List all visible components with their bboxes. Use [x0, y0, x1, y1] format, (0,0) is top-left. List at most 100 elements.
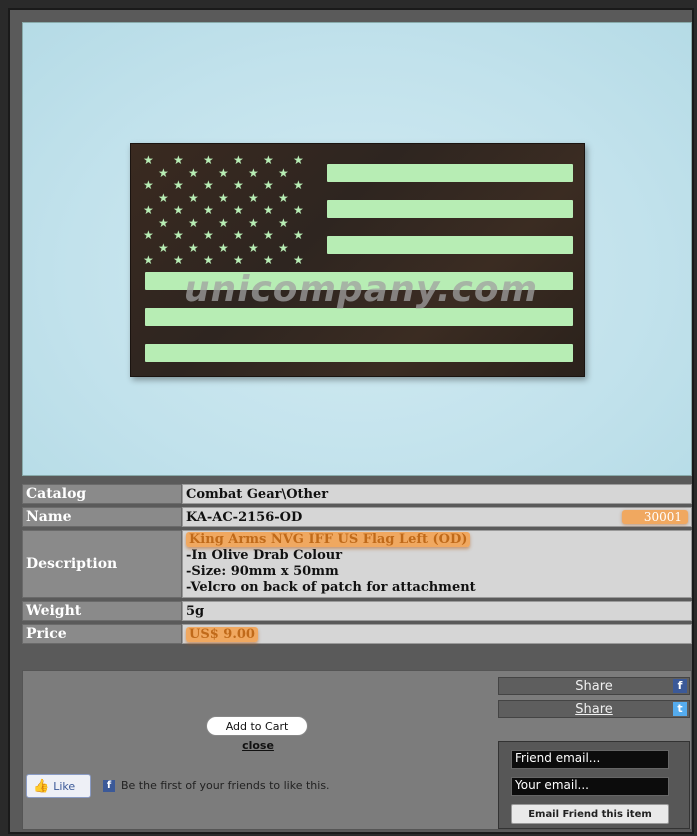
facebook-icon: f — [103, 780, 115, 792]
friend-email-field[interactable]: Friend email... — [511, 750, 669, 769]
flag-star: ★ — [143, 203, 154, 217]
flag-star: ★ — [293, 253, 304, 267]
flag-star: ★ — [293, 178, 304, 192]
catalog-value: Combat Gear\Other — [182, 484, 692, 504]
price-label: Price — [22, 624, 182, 644]
flag-star: ★ — [158, 215, 169, 230]
flag-star: ★ — [248, 240, 259, 255]
flag-star: ★ — [188, 215, 199, 230]
flag-stripe — [327, 236, 573, 254]
flag-star: ★ — [278, 190, 289, 205]
close-link[interactable]: close — [233, 739, 283, 752]
weight-label: Weight — [22, 601, 182, 621]
flag-star: ★ — [143, 228, 154, 242]
twitter-icon: t — [673, 702, 687, 716]
flag-star: ★ — [188, 240, 199, 255]
add-to-cart-button[interactable]: Add to Cart — [206, 716, 308, 736]
flag-star: ★ — [143, 253, 154, 267]
flag-star: ★ — [263, 228, 274, 242]
flag-canton: ★ ★ ★ ★ ★ ★ ★ ★ ★ ★ ★ ★ ★ ★ ★ ★ ★ ★ ★ ★ ★ ★ ★ ★ ★ ★ ★ ★ ★ ★ ★ ★ ★ ★ ★ ★ ★ ★ ★ ★… — [143, 154, 321, 268]
flag-star: ★ — [293, 153, 304, 167]
flag-star: ★ — [233, 178, 244, 192]
flag-star: ★ — [173, 228, 184, 242]
description-label: Description — [22, 530, 182, 598]
flag-star: ★ — [173, 203, 184, 217]
flag-star: ★ — [203, 178, 214, 192]
flag-star: ★ — [263, 253, 274, 267]
weight-value: 5g — [182, 601, 692, 621]
weight-row: Weight 5g — [22, 601, 692, 621]
flag-star: ★ — [248, 165, 259, 180]
watermark-text: unicompany.com — [183, 269, 539, 310]
description-line: -Size: 90mm x 50mm — [186, 564, 339, 579]
flag-star: ★ — [203, 203, 214, 217]
flag-star: ★ — [173, 178, 184, 192]
name-cell: KA-AC-2156-OD 30001 — [182, 507, 692, 527]
product-code-badge: 30001 — [621, 509, 688, 524]
actions-panel: Add to Cart close 👍 Like f Be the first … — [22, 670, 692, 830]
flag-star: ★ — [263, 153, 274, 167]
share-facebook-button[interactable]: Share f — [498, 677, 690, 695]
share-facebook-label: Share — [575, 678, 613, 694]
name-row: Name KA-AC-2156-OD 30001 — [22, 507, 692, 527]
flag-star: ★ — [293, 228, 304, 242]
price-row: Price US$ 9.00 — [22, 624, 692, 644]
flag-star: ★ — [263, 178, 274, 192]
your-email-field[interactable]: Your email... — [511, 777, 669, 796]
flag-star: ★ — [263, 203, 274, 217]
flag-stripe — [145, 308, 573, 326]
email-friend-panel: Friend email... Your email... Email Frie… — [498, 741, 690, 829]
flag-star: ★ — [188, 165, 199, 180]
flag-stripe — [327, 164, 573, 182]
flag-star: ★ — [218, 215, 229, 230]
thumbs-up-icon: 👍 — [33, 778, 50, 794]
share-twitter-label: Share — [575, 701, 613, 717]
flag-star: ★ — [233, 203, 244, 217]
price-value: US$ 9.00 — [186, 626, 258, 642]
flag-star: ★ — [293, 203, 304, 217]
description-row: Description King Arms NVG IFF US Flag Le… — [22, 530, 692, 598]
share-twitter-button[interactable]: Share t — [498, 700, 690, 718]
flag-star: ★ — [203, 253, 214, 267]
flag-stripe — [327, 200, 573, 218]
flag-star: ★ — [173, 253, 184, 267]
flag-star: ★ — [233, 153, 244, 167]
flag-patch-image: ★ ★ ★ ★ ★ ★ ★ ★ ★ ★ ★ ★ ★ ★ ★ ★ ★ ★ ★ ★ ★ ★ ★ ★ ★ ★ ★ ★ ★ ★ ★ ★ ★ ★ ★ ★ ★ ★ ★ ★… — [130, 143, 585, 377]
catalog-label: Catalog — [22, 484, 182, 504]
name-label: Name — [22, 507, 182, 527]
product-photo: ★ ★ ★ ★ ★ ★ ★ ★ ★ ★ ★ ★ ★ ★ ★ ★ ★ ★ ★ ★ ★ ★ ★ ★ ★ ★ ★ ★ ★ ★ ★ ★ ★ ★ ★ ★ ★ ★ ★ ★… — [22, 22, 692, 476]
flag-star: ★ — [158, 240, 169, 255]
flag-star: ★ — [278, 240, 289, 255]
catalog-row: Catalog Combat Gear\Other — [22, 484, 692, 504]
description-line: -In Olive Drab Colour — [186, 548, 343, 563]
flag-star: ★ — [248, 190, 259, 205]
flag-star: ★ — [158, 190, 169, 205]
flag-star: ★ — [233, 253, 244, 267]
description-line: -Velcro on back of patch for attachment — [186, 580, 476, 595]
flag-star: ★ — [218, 165, 229, 180]
flag-star: ★ — [143, 178, 154, 192]
facebook-icon: f — [673, 679, 687, 693]
like-social-text: Be the first of your friends to like thi… — [121, 779, 330, 792]
flag-star: ★ — [158, 165, 169, 180]
facebook-like-button[interactable]: 👍 Like — [26, 774, 91, 798]
flag-star: ★ — [233, 228, 244, 242]
flag-star: ★ — [173, 153, 184, 167]
flag-star: ★ — [218, 240, 229, 255]
product-info-table: Catalog Combat Gear\Other Name KA-AC-215… — [22, 481, 692, 647]
flag-star: ★ — [188, 190, 199, 205]
description-value: King Arms NVG IFF US Flag Left (OD) -In … — [182, 530, 692, 598]
flag-star: ★ — [278, 215, 289, 230]
flag-star: ★ — [203, 153, 214, 167]
email-friend-button[interactable]: Email Friend this item — [511, 804, 669, 824]
name-value: KA-AC-2156-OD — [186, 509, 303, 525]
description-line: King Arms NVG IFF US Flag Left (OD) — [186, 532, 688, 548]
like-label: Like — [53, 779, 76, 793]
flag-star: ★ — [143, 153, 154, 167]
flag-star: ★ — [248, 215, 259, 230]
flag-stripe — [145, 344, 573, 362]
price-cell: US$ 9.00 — [182, 624, 692, 644]
flag-star: ★ — [278, 165, 289, 180]
flag-star: ★ — [218, 190, 229, 205]
flag-star: ★ — [203, 228, 214, 242]
